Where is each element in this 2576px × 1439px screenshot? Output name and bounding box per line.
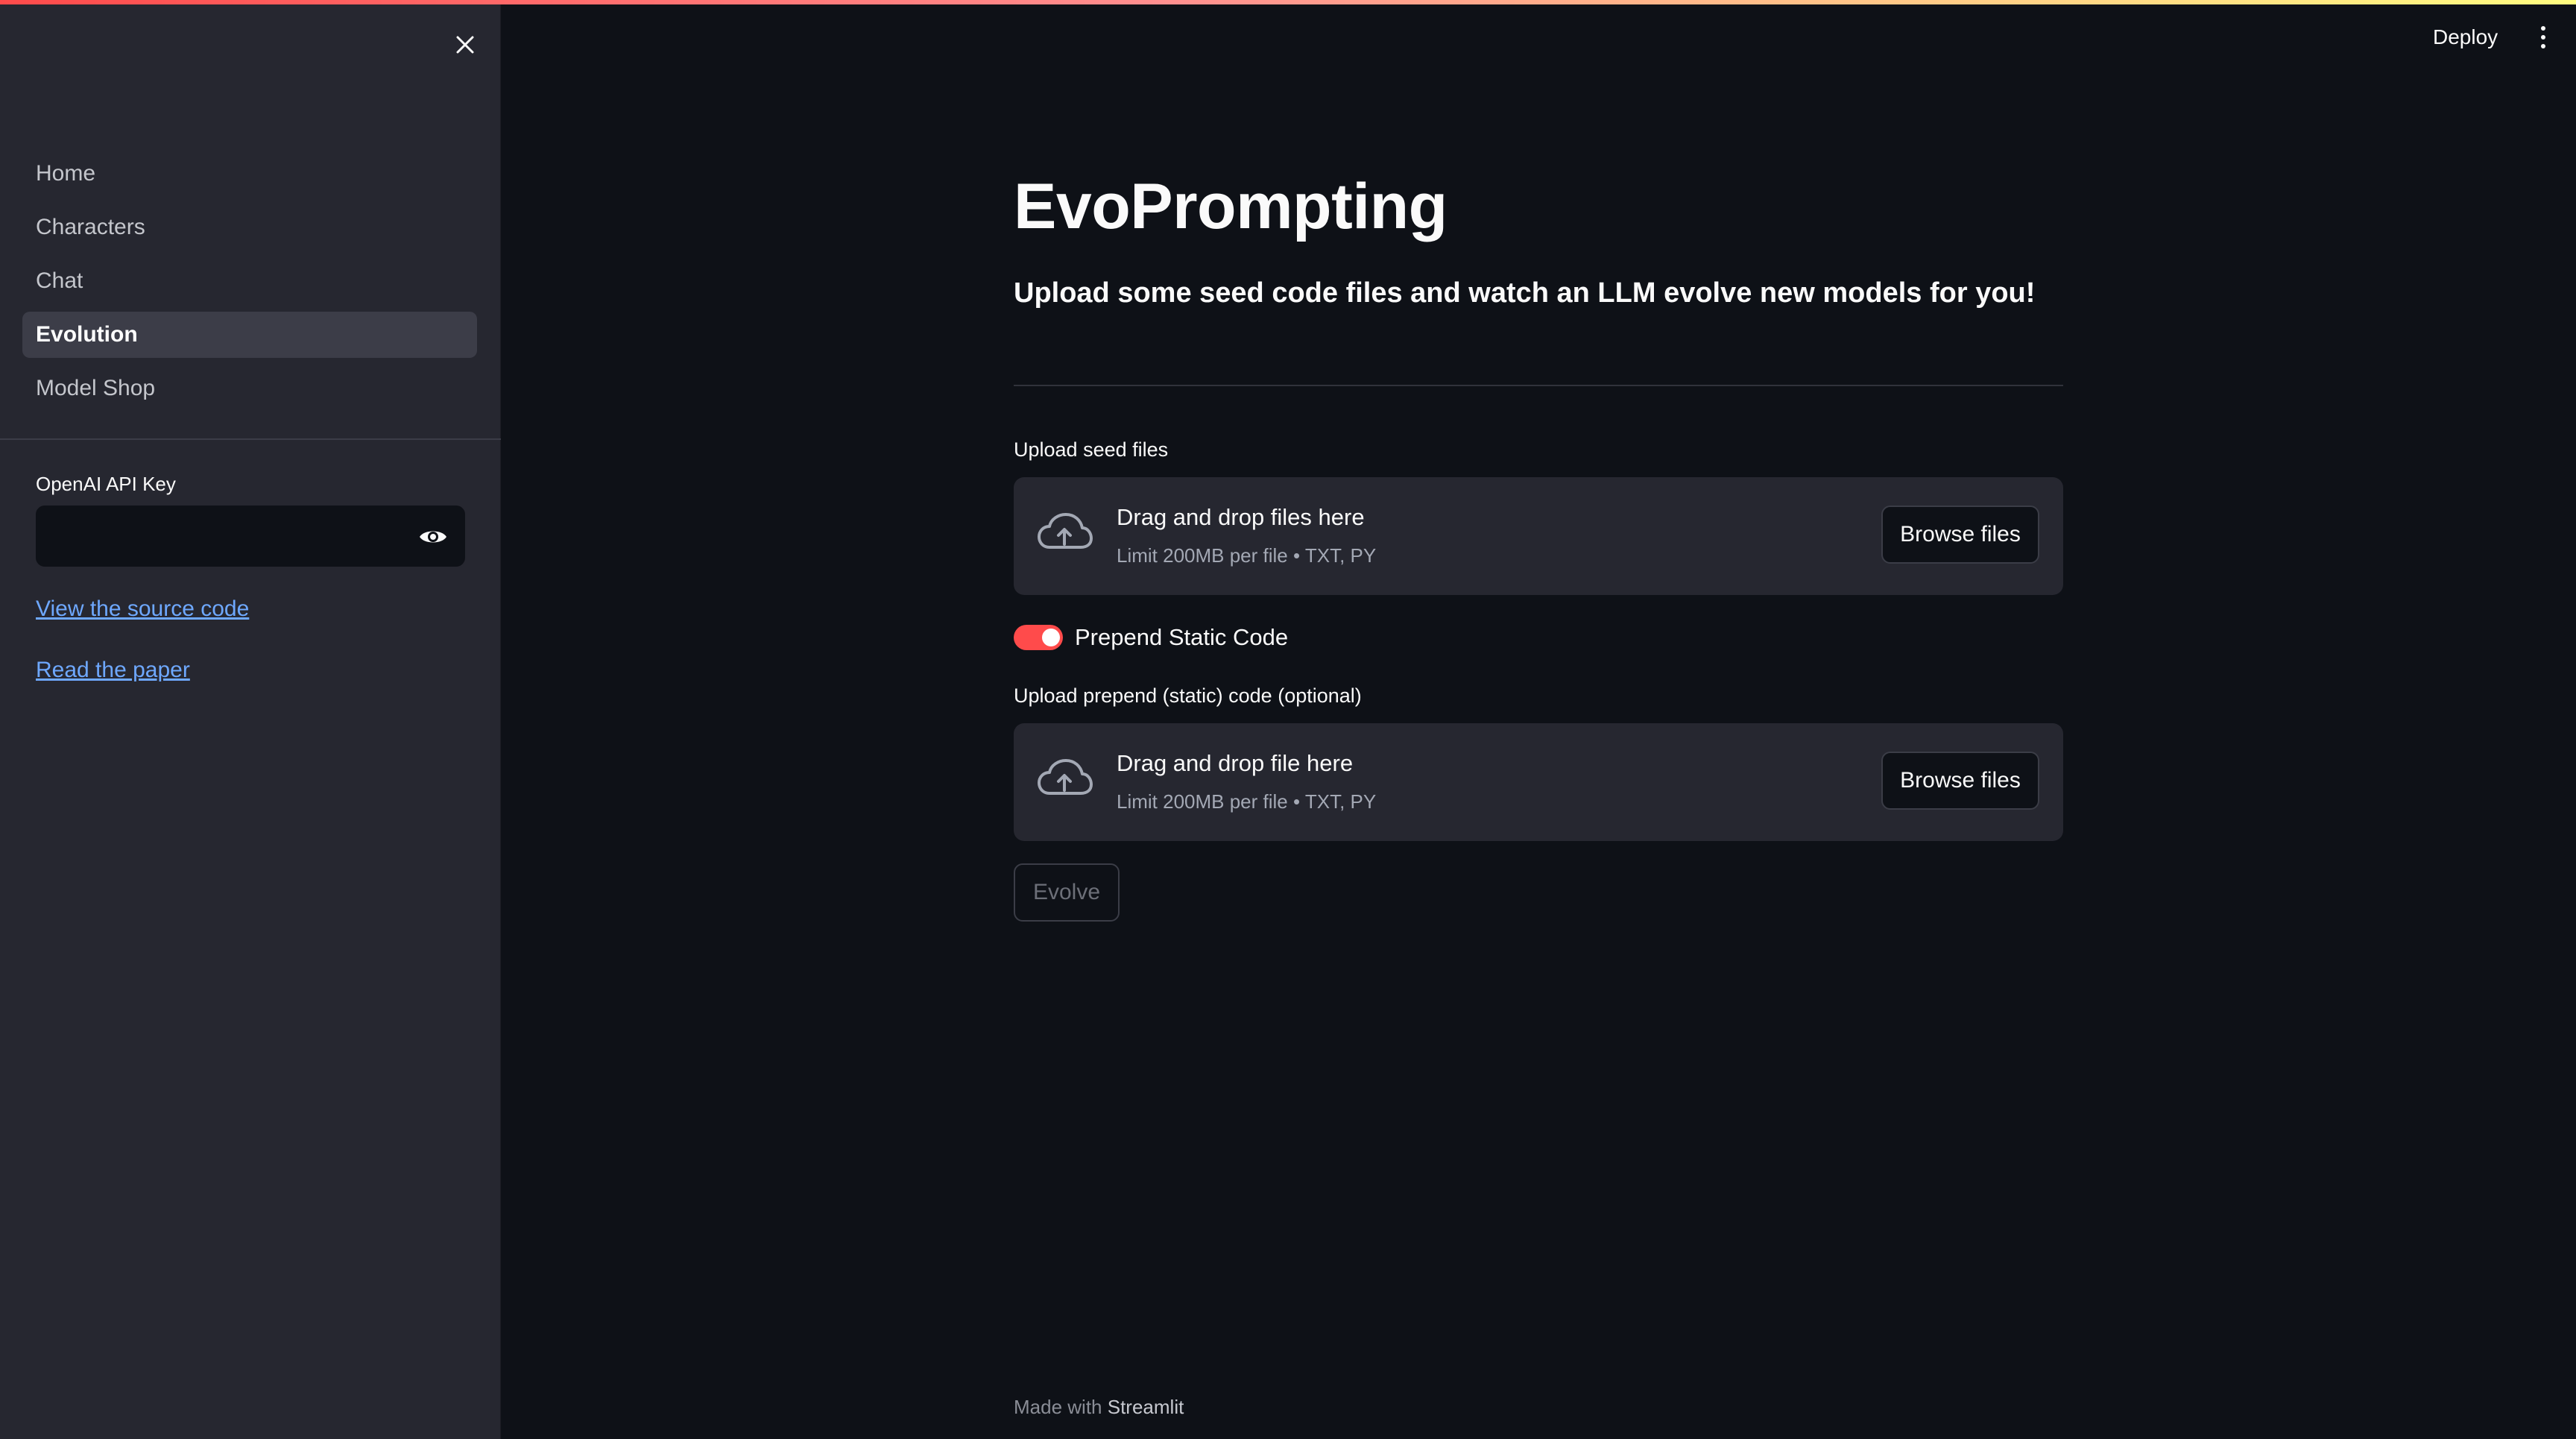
divider bbox=[1014, 385, 2063, 386]
more-vertical-icon bbox=[2541, 26, 2545, 31]
page-subtitle: Upload some seed code files and watch an… bbox=[1014, 277, 2036, 309]
static-upload-label: Upload prepend (static) code (optional) bbox=[1014, 684, 1362, 707]
streamlit-link[interactable]: Streamlit bbox=[1108, 1396, 1184, 1418]
api-key-field-container bbox=[36, 506, 465, 567]
footer: Made with Streamlit bbox=[1014, 1396, 1184, 1419]
dropzone-instruction: Drag and drop files here bbox=[1117, 504, 1365, 530]
app-root: Home Characters Chat Evolution Model Sho… bbox=[0, 0, 2576, 1439]
close-sidebar-button[interactable] bbox=[447, 27, 483, 63]
main-menu-button[interactable] bbox=[2530, 22, 2557, 52]
prepend-toggle-row: Prepend Static Code bbox=[1014, 620, 1288, 655]
sidebar-item-label: Chat bbox=[36, 268, 83, 293]
sidebar-item-chat[interactable]: Chat bbox=[22, 258, 477, 304]
deploy-button[interactable]: Deploy bbox=[2433, 22, 2498, 52]
static-file-dropzone[interactable]: Drag and drop file here Limit 200MB per … bbox=[1014, 723, 2063, 841]
sidebar-item-label: Home bbox=[36, 161, 96, 186]
sidebar-item-characters[interactable]: Characters bbox=[22, 204, 477, 251]
seed-file-dropzone[interactable]: Drag and drop files here Limit 200MB per… bbox=[1014, 477, 2063, 595]
cloud-upload-icon bbox=[1038, 513, 1093, 549]
sidebar-item-model-shop[interactable]: Model Shop bbox=[22, 365, 477, 412]
view-source-link[interactable]: View the source code bbox=[36, 596, 249, 622]
footer-prefix: Made with bbox=[1014, 1396, 1102, 1418]
browse-files-button[interactable]: Browse files bbox=[1881, 506, 2039, 564]
close-icon bbox=[456, 36, 474, 54]
dropzone-instruction: Drag and drop file here bbox=[1117, 750, 1354, 776]
seed-upload-label: Upload seed files bbox=[1014, 438, 1169, 461]
read-paper-link[interactable]: Read the paper bbox=[36, 658, 190, 683]
prepend-static-code-toggle[interactable] bbox=[1014, 625, 1063, 650]
dropzone-limit: Limit 200MB per file • TXT, PY bbox=[1117, 790, 1377, 813]
api-key-label: OpenAI API Key bbox=[36, 473, 176, 495]
sidebar-divider bbox=[0, 438, 501, 440]
sidebar: Home Characters Chat Evolution Model Sho… bbox=[0, 4, 501, 1439]
eye-icon bbox=[420, 531, 446, 543]
sidebar-nav: Home Characters Chat Evolution Model Sho… bbox=[22, 151, 477, 419]
show-password-button[interactable] bbox=[415, 519, 451, 555]
sidebar-item-label: Evolution bbox=[36, 322, 138, 347]
dropzone-limit: Limit 200MB per file • TXT, PY bbox=[1117, 544, 1377, 567]
page-title: EvoPrompting bbox=[1014, 171, 1448, 242]
browse-files-button[interactable]: Browse files bbox=[1881, 752, 2039, 810]
sidebar-item-label: Characters bbox=[36, 215, 145, 239]
sidebar-item-home[interactable]: Home bbox=[22, 151, 477, 197]
prepend-toggle-label: Prepend Static Code bbox=[1075, 624, 1289, 650]
api-key-input[interactable] bbox=[37, 506, 394, 567]
sidebar-item-label: Model Shop bbox=[36, 376, 156, 400]
sidebar-item-evolution[interactable]: Evolution bbox=[22, 312, 477, 358]
evolve-button[interactable]: Evolve bbox=[1014, 863, 1120, 922]
toggle-knob bbox=[1042, 629, 1060, 646]
cloud-upload-icon bbox=[1038, 759, 1093, 795]
